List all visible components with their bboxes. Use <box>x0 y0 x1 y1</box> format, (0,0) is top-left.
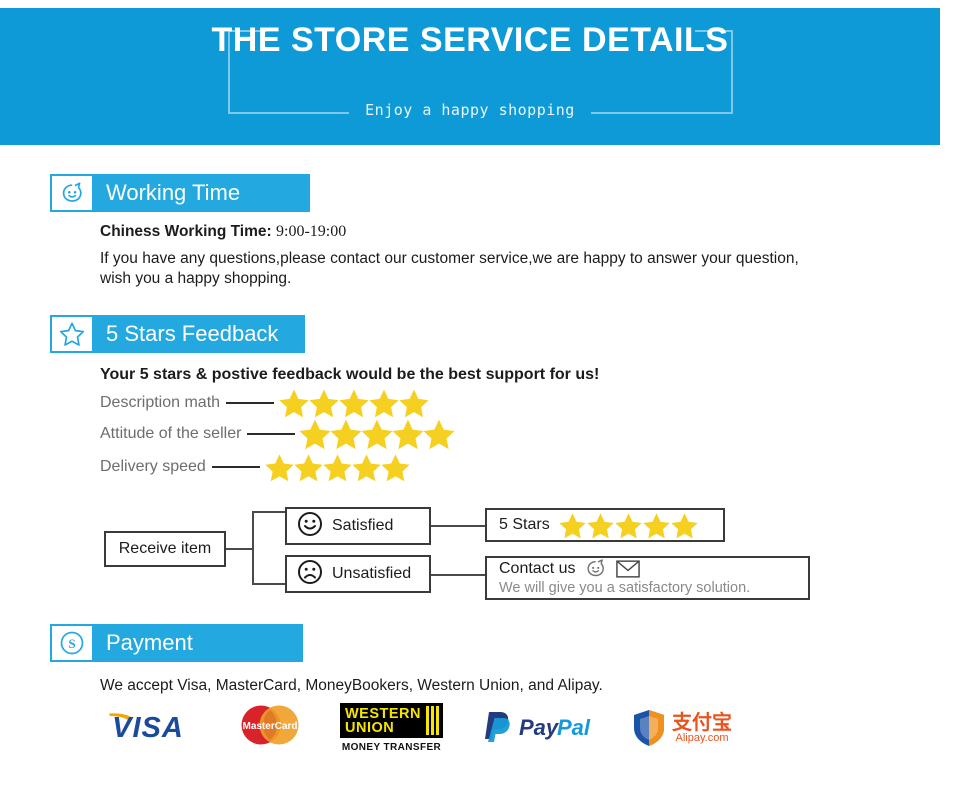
rating-row: Attitude of the seller <box>100 417 456 451</box>
rating-row: Description math <box>100 388 430 418</box>
rating-connector <box>226 402 275 404</box>
chat-face-icon <box>584 558 607 579</box>
page-banner: THE STORE SERVICE DETAILS Enjoy a happy … <box>0 8 940 145</box>
svg-text:S: S <box>68 636 75 651</box>
rating-stars <box>279 387 430 419</box>
banner-title: THE STORE SERVICE DETAILS <box>211 21 729 59</box>
flow-box-unsatisfied: Unsatisfied <box>285 555 431 593</box>
alipay-chinese-text: 支付宝 <box>672 710 732 734</box>
rating-label: Attitude of the seller <box>100 425 242 442</box>
envelope-icon <box>616 559 641 578</box>
section-header-payment: S Payment <box>50 624 303 662</box>
working-time-note-line-1: If you have any questions,please contact… <box>100 250 799 267</box>
flow-label-satisfied: Satisfied <box>332 517 394 534</box>
svg-text:MasterCard: MasterCard <box>242 721 297 732</box>
section-title-working-time: Working Time <box>106 180 241 205</box>
rating-stars <box>265 452 411 483</box>
rating-row: Delivery speed <box>100 452 411 482</box>
flow-box-satisfied: Satisfied <box>285 507 431 545</box>
flow-label-receive-item: Receive item <box>118 540 212 557</box>
working-time-line: Chiness Working Time: 9:00-19:00 <box>100 222 346 242</box>
mastercard-logo: MasterCard <box>234 703 306 753</box>
flow-connector <box>431 525 485 527</box>
payment-methods-row: VISA MasterCard WESTERN UNION MONEY TRAN… <box>100 703 732 753</box>
section-header-feedback: 5 Stars Feedback <box>50 315 305 353</box>
visa-logo: VISA <box>100 707 196 750</box>
contact-us-label: Contact us <box>499 559 576 577</box>
feedback-tagline: Your 5 stars & postive feedback would be… <box>100 366 600 383</box>
western-union-logo: WESTERN UNION MONEY TRANSFER <box>340 703 443 753</box>
western-union-bars <box>424 706 439 735</box>
working-time-note-line-2: wish you a happy shopping. <box>100 270 292 287</box>
contact-us-content: Contact us We will give you a satisfacto… <box>487 558 750 598</box>
frowny-face-icon <box>297 559 323 590</box>
flow-label-five-stars: 5 Stars <box>499 516 550 533</box>
chat-face-icon <box>52 176 92 210</box>
contact-us-subtext: We will give you a satisfactory solution… <box>499 580 751 596</box>
working-time-value: 9:00-19:00 <box>276 223 347 240</box>
western-union-mark: WESTERN UNION <box>340 703 443 738</box>
flow-connector <box>252 511 254 585</box>
alipay-shield-icon <box>634 710 664 746</box>
working-time-label: Chiness Working Time: <box>100 223 272 240</box>
svg-text:VISA: VISA <box>112 712 184 744</box>
section-title-payment: Payment <box>106 630 193 655</box>
result-stars <box>558 511 699 540</box>
svg-text:Pay: Pay <box>519 715 560 740</box>
western-union-line-1: WESTERN <box>345 705 421 722</box>
smiley-face-icon <box>297 511 323 542</box>
rating-connector <box>211 466 260 468</box>
contact-us-title-row: Contact us <box>499 558 750 579</box>
dollar-circle-icon: S <box>52 626 92 660</box>
flow-connector <box>431 574 485 576</box>
payment-note: We accept Visa, MasterCard, MoneyBookers… <box>100 677 603 694</box>
flow-connector <box>226 548 254 550</box>
paypal-logo: Pay Pal <box>479 708 595 749</box>
rating-label: Delivery speed <box>100 458 206 475</box>
flow-box-receive-item: Receive item <box>104 531 226 567</box>
flow-label-unsatisfied: Unsatisfied <box>332 565 412 582</box>
rating-connector <box>247 433 296 435</box>
western-union-caption: MONEY TRANSFER <box>341 742 442 753</box>
svg-text:Pal: Pal <box>557 715 591 740</box>
western-union-line-2: UNION <box>345 719 395 736</box>
rating-label: Description math <box>100 394 221 411</box>
alipay-domain-text: Alipay.com <box>675 732 729 744</box>
star-outline-icon <box>52 317 92 351</box>
rating-stars <box>299 417 456 451</box>
section-header-working-time: Working Time <box>50 174 310 212</box>
flow-box-five-stars-result: 5 Stars <box>485 508 725 542</box>
banner-subtitle-wrap: Enjoy a happy shopping <box>0 100 940 120</box>
flow-connector <box>252 583 286 585</box>
banner-subtitle: Enjoy a happy shopping <box>349 100 591 120</box>
section-title-feedback: 5 Stars Feedback <box>106 321 279 346</box>
flow-connector <box>252 511 286 513</box>
flow-box-contact-us: Contact us We will give you a satisfacto… <box>485 556 810 600</box>
alipay-logo: 支付宝 Alipay.com <box>631 708 732 748</box>
